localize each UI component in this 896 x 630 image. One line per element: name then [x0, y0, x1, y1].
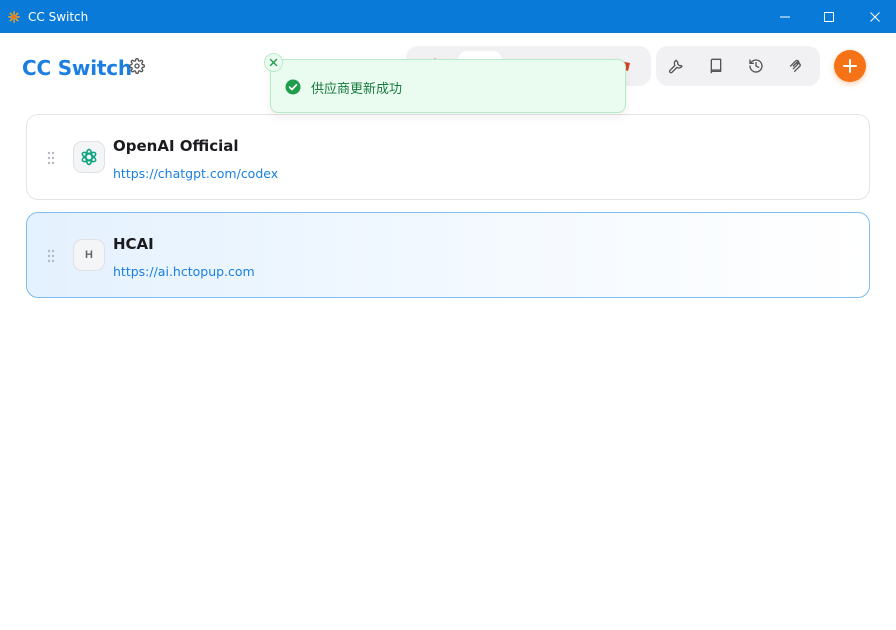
app-sun-icon — [8, 11, 20, 23]
maximize-icon — [824, 11, 834, 22]
maximize-button[interactable] — [806, 0, 852, 33]
mcp-button[interactable] — [785, 55, 807, 77]
provider-name: OpenAI Official — [113, 137, 239, 155]
provider-url-link[interactable]: https://chatgpt.com/codex — [113, 166, 278, 181]
window-title: CC Switch — [28, 10, 89, 24]
book-icon — [710, 58, 722, 74]
tools-button[interactable] — [665, 55, 687, 77]
mcp-icon — [790, 59, 801, 72]
docs-button[interactable] — [705, 55, 727, 77]
provider-card-hcai[interactable]: H HCAI https://ai.hctopup.com — [26, 212, 870, 298]
gear-icon — [129, 58, 145, 74]
wrench-icon — [668, 59, 683, 74]
history-button[interactable] — [745, 55, 767, 77]
close-window-button[interactable] — [852, 0, 896, 33]
openai-icon — [81, 148, 97, 166]
history-icon — [749, 59, 763, 73]
minimize-icon — [780, 16, 790, 17]
add-provider-button[interactable] — [834, 50, 866, 82]
success-toast: 供应商更新成功 — [270, 59, 626, 113]
provider-logo — [73, 141, 105, 173]
check-circle-icon — [285, 79, 301, 95]
plus-icon — [843, 59, 857, 73]
toast-message: 供应商更新成功 — [311, 82, 403, 97]
window-titlebar: CC Switch — [0, 0, 896, 33]
minimize-button[interactable] — [762, 0, 808, 33]
provider-url-link[interactable]: https://ai.hctopup.com — [113, 264, 255, 279]
drag-handle-icon[interactable] — [47, 249, 55, 263]
brand-title: CC Switch — [22, 56, 132, 80]
provider-logo: H — [73, 239, 105, 271]
toolbar — [656, 46, 820, 86]
close-icon — [269, 58, 278, 67]
toast-close-button[interactable] — [264, 53, 283, 72]
provider-card-openai[interactable]: OpenAI Official https://chatgpt.com/code… — [26, 114, 870, 200]
settings-button[interactable] — [127, 56, 147, 76]
close-icon — [870, 11, 880, 22]
provider-name: HCAI — [113, 235, 154, 253]
drag-handle-icon[interactable] — [47, 151, 55, 165]
